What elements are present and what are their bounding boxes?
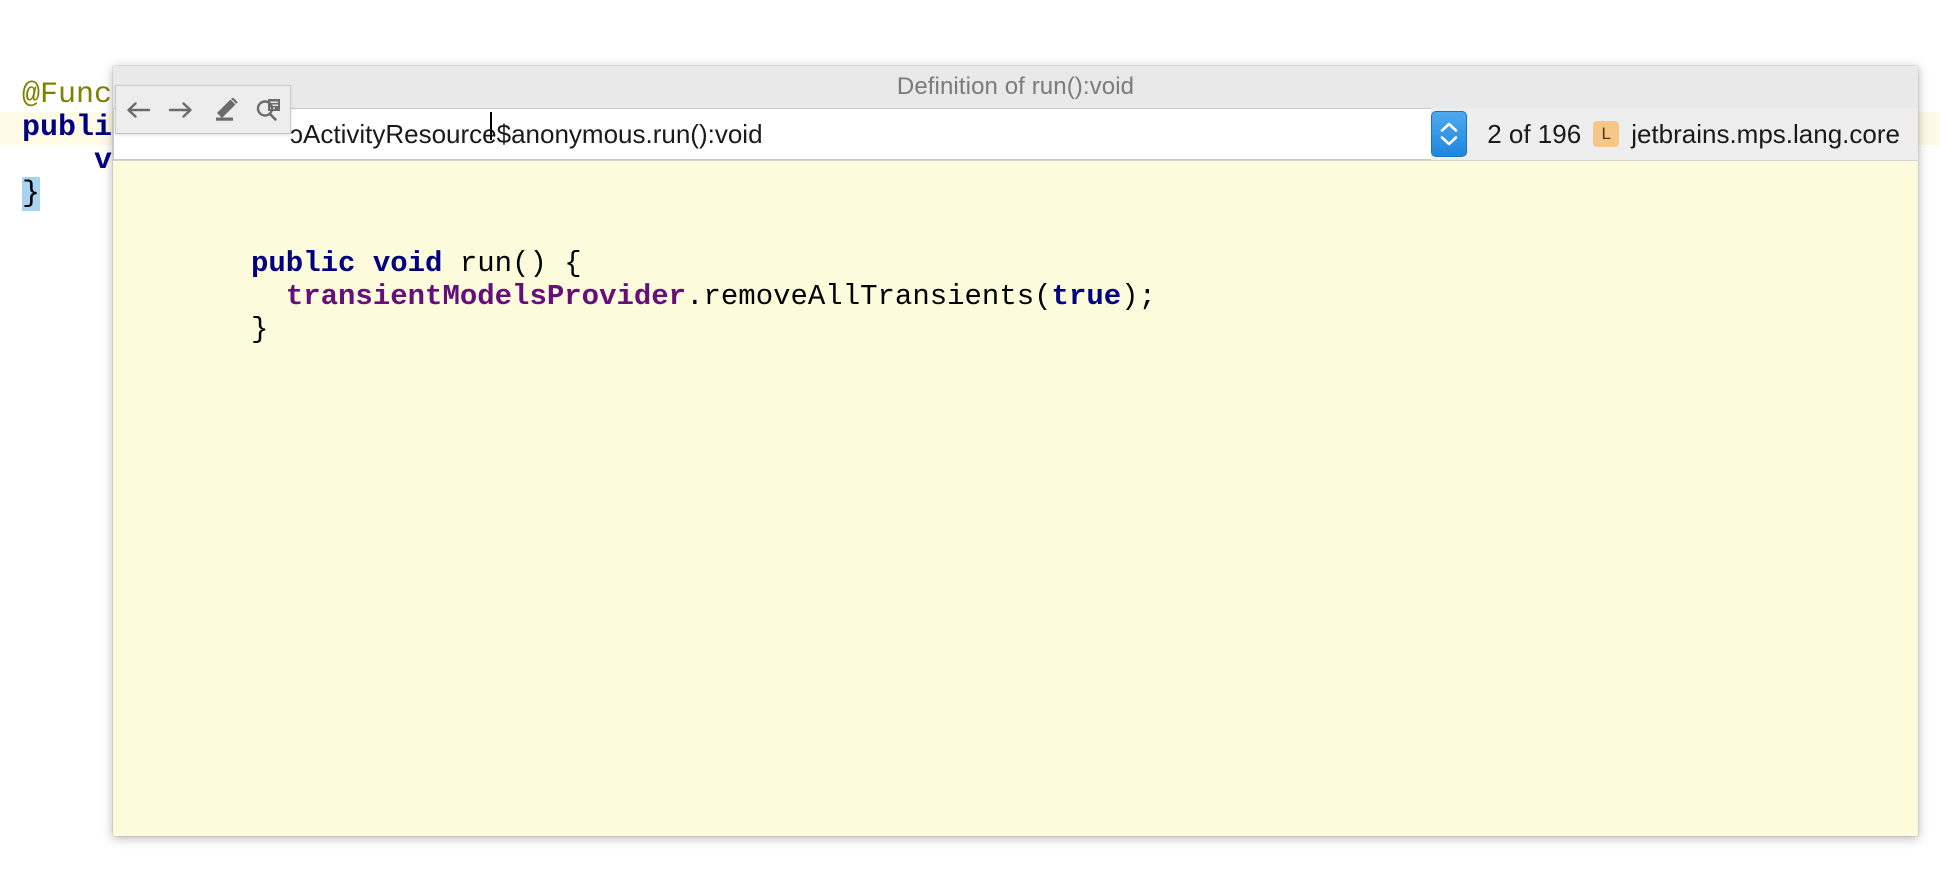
module-name: jetbrains.mps.lang.core bbox=[1631, 119, 1900, 150]
code-token: true bbox=[1052, 280, 1122, 313]
magnifier-document-icon bbox=[254, 97, 282, 123]
edit-button[interactable] bbox=[207, 92, 243, 128]
definition-popup[interactable]: Definition of run():void ɔActivityResour… bbox=[113, 66, 1918, 836]
code-token: ); bbox=[1121, 280, 1156, 313]
code-token: transientModelsProvider bbox=[286, 280, 686, 313]
code-token bbox=[251, 280, 286, 313]
arrow-left-icon bbox=[125, 99, 151, 121]
chevron-up-icon[interactable] bbox=[1439, 121, 1459, 134]
path-input[interactable]: ɔActivityResource$anonymous.run():void bbox=[113, 108, 1431, 160]
forward-button[interactable] bbox=[163, 92, 199, 128]
back-button[interactable] bbox=[120, 92, 156, 128]
popup-header: ɔActivityResource$anonymous.run():void 2… bbox=[113, 108, 1918, 161]
code-token: } bbox=[251, 313, 268, 346]
definition-code-view[interactable]: public void run() { transientModelsProvi… bbox=[113, 161, 1918, 836]
definition-code-line: transientModelsProvider.removeAllTransie… bbox=[251, 280, 1918, 313]
code-token: public void bbox=[251, 247, 460, 280]
result-counter: 2 of 196 bbox=[1487, 119, 1581, 150]
pencil-icon bbox=[212, 98, 238, 122]
code-token: run() { bbox=[460, 247, 582, 280]
result-stepper[interactable] bbox=[1431, 111, 1467, 157]
code-token: } bbox=[22, 177, 40, 211]
code-token: .removeAllTransients( bbox=[686, 280, 1051, 313]
definition-code-line: } bbox=[251, 313, 1918, 346]
chevron-down-icon[interactable] bbox=[1439, 134, 1459, 147]
popup-titlebar[interactable]: Definition of run():void bbox=[113, 66, 1918, 108]
popup-title: Definition of run():void bbox=[897, 73, 1134, 101]
result-counter-area: 2 of 196 L jetbrains.mps.lang.core bbox=[1467, 108, 1918, 160]
arrow-right-icon bbox=[168, 99, 194, 121]
definition-code-line: public void run() { bbox=[251, 247, 1918, 280]
popup-toolbar bbox=[115, 85, 291, 134]
language-badge: L bbox=[1593, 121, 1619, 147]
text-caret bbox=[490, 112, 492, 140]
definition-code-lines: public void run() { transientModelsProvi… bbox=[251, 247, 1918, 346]
path-input-value: ɔActivityResource$anonymous.run():void bbox=[290, 119, 763, 150]
find-usages-button[interactable] bbox=[250, 92, 286, 128]
